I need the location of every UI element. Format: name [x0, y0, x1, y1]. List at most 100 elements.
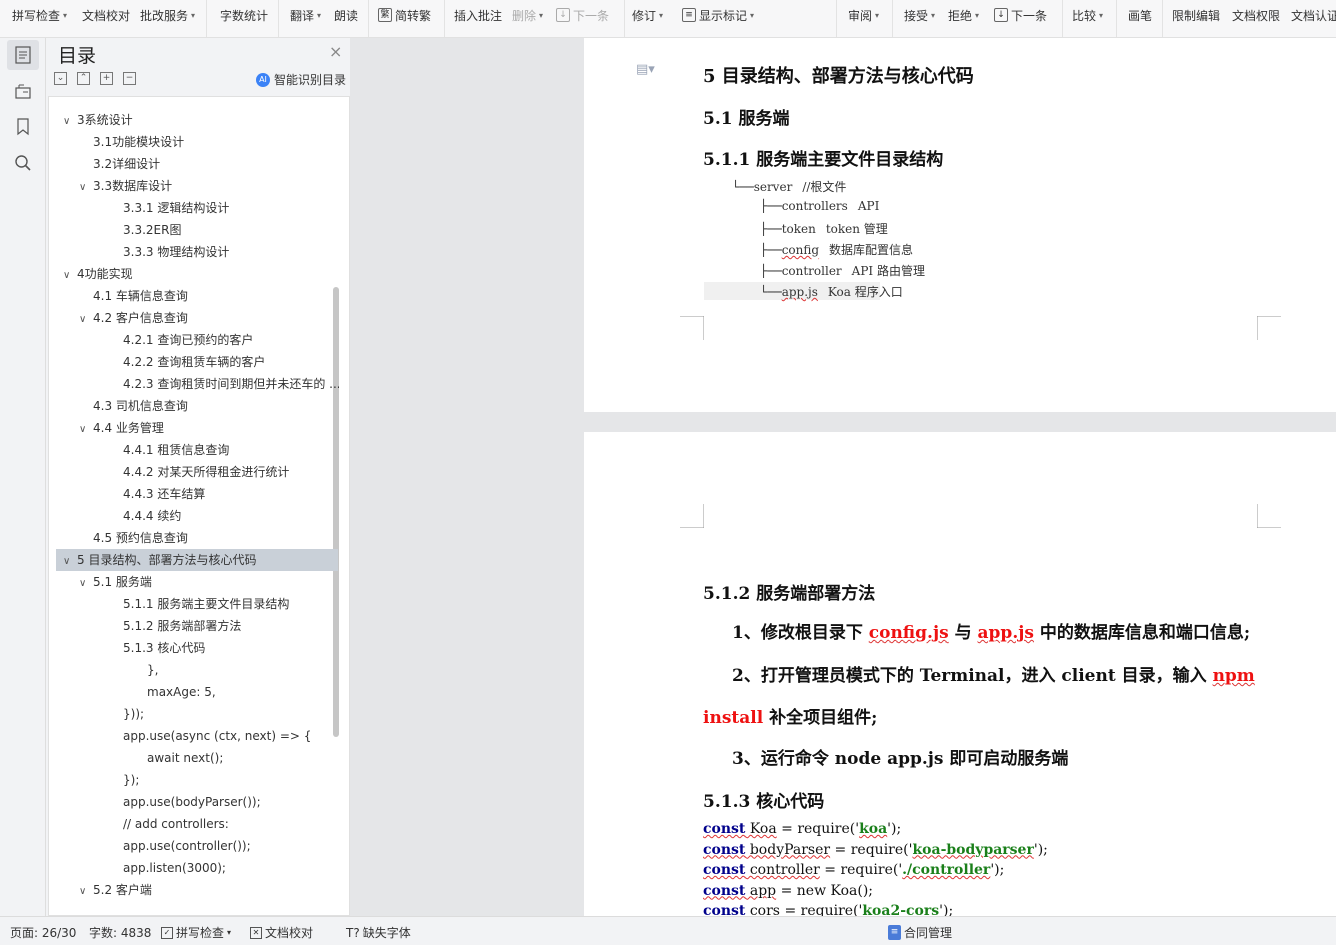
toc-item[interactable]: ∨ 4功能实现: [49, 263, 339, 285]
toc-item[interactable]: ∨ 3.3数据库设计: [49, 175, 339, 197]
chevron-down-icon[interactable]: ∨: [79, 177, 93, 197]
chevron-down-icon[interactable]: ∨: [79, 573, 93, 593]
toc-item[interactable]: maxAge: 5,: [49, 681, 339, 703]
toc-item[interactable]: ∨ 5 目录结构、部署方法与核心代码: [56, 549, 338, 571]
chevron-down-icon[interactable]: ∨: [79, 309, 93, 329]
proofread-icon: ✕: [250, 926, 262, 939]
toc-item[interactable]: app.use(async (ctx, next) => {: [49, 725, 339, 747]
smart-toc-label: 智能识别目录: [274, 73, 347, 87]
next-comment-button[interactable]: ↓ 下一条: [556, 6, 609, 24]
toc-item-label: 4.1 车辆信息查询: [93, 289, 188, 303]
chapter-nav-button[interactable]: [7, 76, 39, 106]
review-button[interactable]: 审阅 ▾: [848, 6, 879, 24]
bookmark-nav-button[interactable]: [7, 112, 39, 142]
smart-toc-button[interactable]: AI 智能识别目录: [256, 71, 346, 88]
toc-title: 目录: [58, 45, 97, 67]
toc-item[interactable]: },: [49, 659, 339, 681]
close-icon[interactable]: ×: [329, 42, 342, 61]
toc-item[interactable]: app.listen(3000);: [49, 857, 339, 879]
compare-button[interactable]: 比较 ▾: [1072, 6, 1103, 24]
chevron-down-icon[interactable]: ∨: [63, 265, 77, 285]
simplified-to-traditional-button[interactable]: 繁简转繁: [378, 6, 431, 24]
toc-item[interactable]: }));: [49, 703, 339, 725]
paragraph-marker-icon[interactable]: ▤▾: [636, 62, 655, 77]
toc-item[interactable]: ∨ 5.2 客户端: [49, 879, 339, 901]
toc-item[interactable]: 4.3 司机信息查询: [49, 395, 339, 417]
toc-item[interactable]: ∨ 4.2 客户信息查询: [49, 307, 339, 329]
toc-item[interactable]: ∨ 5.1 服务端: [49, 571, 339, 593]
toc-nav-button[interactable]: [7, 40, 39, 70]
toc-item[interactable]: 4.4.1 租赁信息查询: [49, 439, 339, 461]
toc-item[interactable]: 3.1功能模块设计: [49, 131, 339, 153]
word-count[interactable]: 字数: 4838: [89, 924, 151, 941]
toc-item[interactable]: await next();: [49, 747, 339, 769]
spell-check-button[interactable]: 拼写检查 ▾: [12, 6, 67, 24]
tree-name: controller: [781, 264, 842, 278]
toc-item[interactable]: 4.5 预约信息查询: [49, 527, 339, 549]
toc-item[interactable]: 5.1.1 服务端主要文件目录结构: [49, 593, 339, 615]
toc-item-label: 4.2.3 查询租赁时间到期但并未还车的 ...: [123, 377, 339, 391]
code-kw: const: [703, 821, 746, 837]
toc-item[interactable]: 4.4.2 对某天所得租金进行统计: [49, 461, 339, 483]
toc-item[interactable]: });: [49, 769, 339, 791]
next-change-label: 下一条: [1011, 8, 1048, 23]
toc-item[interactable]: 3.3.3 物理结构设计: [49, 241, 339, 263]
left-nav-bar: [0, 38, 46, 916]
contract-manage-button[interactable]: ≡ 合同管理: [888, 924, 952, 941]
delete-comment-button[interactable]: 删除 ▾: [512, 6, 543, 24]
doc-permission-button[interactable]: 文档权限: [1232, 6, 1280, 24]
toc-item[interactable]: app.use(bodyParser());: [49, 791, 339, 813]
track-changes-button[interactable]: 修订 ▾: [632, 6, 663, 24]
spell-check-status[interactable]: ✓ 拼写检查 ▾: [161, 924, 231, 941]
toc-item[interactable]: 5.1.2 服务端部署方法: [49, 615, 339, 637]
show-markup-button[interactable]: ≡ 显示标记 ▾: [682, 6, 754, 24]
page-indicator[interactable]: 页面: 26/30: [10, 924, 76, 941]
toc-item-label: app.use(controller());: [123, 839, 251, 853]
toc-item[interactable]: 4.2.3 查询租赁时间到期但并未还车的 ...: [49, 373, 339, 395]
doc-proofread-button[interactable]: 文档校对: [82, 6, 130, 24]
translate-button[interactable]: 翻译 ▾: [290, 6, 321, 24]
expand-up-icon[interactable]: ⌃: [77, 72, 90, 85]
chevron-down-icon[interactable]: ∨: [79, 881, 93, 901]
toc-item[interactable]: 5.1.3 核心代码: [49, 637, 339, 659]
toc-item[interactable]: ∨ 3系统设计: [49, 109, 339, 131]
toc-item[interactable]: 4.2.1 查询已预约的客户: [49, 329, 339, 351]
toc-item[interactable]: 3.3.1 逻辑结构设计: [49, 197, 339, 219]
remove-heading-icon[interactable]: −: [123, 72, 136, 85]
code-str: ./controller: [902, 862, 991, 878]
toc-item[interactable]: // add controllers:: [49, 813, 339, 835]
toc-item-label: 4.4.3 还车结算: [123, 487, 206, 501]
toc-item-label: app.listen(3000);: [123, 861, 226, 875]
toc-item[interactable]: 4.1 车辆信息查询: [49, 285, 339, 307]
pen-button[interactable]: 画笔: [1128, 6, 1152, 24]
page-corner-mark: [680, 504, 704, 528]
chevron-down-icon[interactable]: ∨: [79, 419, 93, 439]
accept-label: 接受: [904, 8, 929, 23]
toc-item[interactable]: app.use(controller());: [49, 835, 339, 857]
insert-comment-button[interactable]: 插入批注: [454, 6, 502, 24]
next-change-button[interactable]: ↓ 下一条: [994, 6, 1047, 24]
toc-item[interactable]: 4.4.3 还车结算: [49, 483, 339, 505]
toc-item[interactable]: 3.2详细设计: [49, 153, 339, 175]
chevron-down-icon[interactable]: ∨: [63, 111, 77, 131]
search-nav-button[interactable]: [7, 148, 39, 178]
restrict-editing-button[interactable]: 限制编辑: [1172, 6, 1220, 24]
toc-item[interactable]: 3.3.2ER图: [49, 219, 339, 241]
add-heading-icon[interactable]: +: [100, 72, 113, 85]
toc-item[interactable]: 4.4.4 续约: [49, 505, 339, 527]
show-markup-icon: ≡: [682, 8, 696, 22]
word-count-button[interactable]: 字数统计: [220, 6, 268, 24]
correction-service-button[interactable]: 批改服务 ▾: [140, 6, 195, 24]
collapse-all-icon[interactable]: ⌄: [54, 72, 67, 85]
reject-button[interactable]: 拒绝 ▾: [948, 6, 979, 24]
toc-item[interactable]: ∨ 4.4 业务管理: [49, 417, 339, 439]
doc-certify-button[interactable]: 文档认证: [1291, 6, 1336, 24]
toc-item[interactable]: 4.2.2 查询租赁车辆的客户: [49, 351, 339, 373]
toc-item-label: 3.2详细设计: [93, 157, 161, 171]
chevron-down-icon[interactable]: ∨: [63, 551, 77, 571]
read-aloud-button[interactable]: 朗读: [334, 6, 358, 24]
missing-font-status[interactable]: T? 缺失字体: [346, 924, 411, 941]
accept-button[interactable]: 接受 ▾: [904, 6, 935, 24]
proofread-status[interactable]: ✕ 文档校对: [250, 924, 313, 941]
review-label: 审阅: [848, 8, 873, 23]
